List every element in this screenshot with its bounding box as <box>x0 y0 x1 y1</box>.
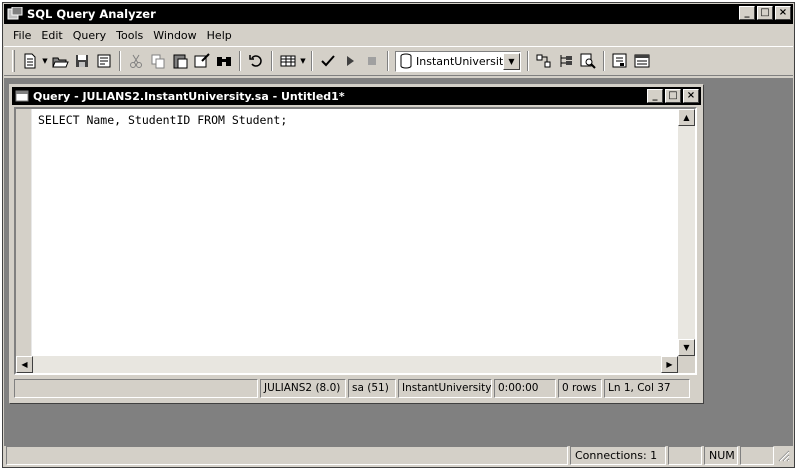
clear-window-icon[interactable] <box>191 50 213 72</box>
chevron-down-icon[interactable]: ▼ <box>503 52 520 70</box>
properties-icon[interactable] <box>631 50 653 72</box>
save-icon[interactable] <box>71 50 93 72</box>
query-status-rows: 0 rows <box>558 378 602 398</box>
new-query-icon[interactable] <box>19 50 41 72</box>
undo-icon[interactable] <box>245 50 267 72</box>
menu-tools[interactable]: Tools <box>111 29 148 42</box>
app-status-bar: Connections: 1 NUM <box>4 444 793 466</box>
toolbar-separator <box>239 51 241 71</box>
query-status-message <box>14 378 258 398</box>
query-status-position: Ln 1, Col 37 <box>604 378 690 398</box>
query-window-icon <box>15 90 29 102</box>
object-search-icon[interactable] <box>577 50 599 72</box>
scroll-up-button[interactable]: ▲ <box>678 109 695 126</box>
toolbar-grip[interactable] <box>12 50 15 72</box>
query-minimize-button[interactable]: _ <box>647 89 663 103</box>
open-icon[interactable] <box>49 50 71 72</box>
menu-query[interactable]: Query <box>68 29 111 42</box>
restore-button[interactable]: □ <box>757 6 773 20</box>
query-window: Query - JULIANS2.InstantUniversity.sa - … <box>9 84 704 404</box>
status-message <box>6 445 568 465</box>
app-icon <box>7 7 23 20</box>
vertical-scrollbar[interactable]: ▲ ▼ <box>678 109 695 356</box>
scrollbar-corner <box>678 356 695 373</box>
scroll-left-button[interactable]: ◀ <box>16 356 33 373</box>
status-num: NUM <box>704 445 738 465</box>
toolbar-separator <box>271 51 273 71</box>
status-caps <box>668 445 702 465</box>
database-select[interactable]: InstantUniversity ▼ <box>395 50 521 72</box>
minimize-button[interactable]: _ <box>739 6 755 20</box>
database-select-value: InstantUniversity <box>416 54 503 68</box>
execute-icon[interactable] <box>339 50 361 72</box>
query-window-controls: _ □ × <box>647 89 699 103</box>
menu-help[interactable]: Help <box>202 29 237 42</box>
options-icon[interactable] <box>609 50 631 72</box>
toolbar-separator <box>387 51 389 71</box>
cancel-query-icon[interactable] <box>361 50 383 72</box>
sql-query-analyzer-window: SQL Query Analyzer _ □ × File Edit Query… <box>2 2 795 468</box>
results-grid-icon[interactable] <box>277 50 299 72</box>
query-editor[interactable]: SELECT Name, StudentID FROM Student; ▲ ▼… <box>14 107 697 375</box>
app-title: SQL Query Analyzer <box>27 7 156 21</box>
query-status-elapsed: 0:00:00 <box>494 378 556 398</box>
toolbar-separator <box>119 51 121 71</box>
query-status-server: JULIANS2 (8.0) <box>260 378 346 398</box>
query-window-title: Query - JULIANS2.InstantUniversity.sa - … <box>33 89 345 103</box>
copy-icon[interactable] <box>147 50 169 72</box>
load-script-icon[interactable] <box>93 50 115 72</box>
results-mode-dropdown[interactable]: ▼ <box>299 50 307 72</box>
database-icon <box>400 53 412 69</box>
status-connections: Connections: 1 <box>570 445 666 465</box>
query-status-bar: JULIANS2 (8.0) sa (51) InstantUniversity… <box>14 377 697 399</box>
query-restore-button[interactable]: □ <box>665 89 681 103</box>
query-status-user: sa (51) <box>348 378 396 398</box>
menu-edit[interactable]: Edit <box>36 29 67 42</box>
horizontal-scrollbar[interactable]: ◀ ▶ <box>16 356 678 373</box>
menu-bar: File Edit Query Tools Window Help <box>4 25 793 45</box>
app-titlebar: SQL Query Analyzer _ □ × <box>4 4 793 24</box>
main-toolbar: ▼ ▼ InstantUniversity ▼ <box>4 46 793 76</box>
app-window-controls: _ □ × <box>739 6 791 20</box>
toolbar-separator <box>527 51 529 71</box>
query-window-titlebar[interactable]: Query - JULIANS2.InstantUniversity.sa - … <box>12 87 701 105</box>
scroll-down-button[interactable]: ▼ <box>678 339 695 356</box>
resize-grip-icon[interactable] <box>776 448 790 462</box>
object-browser-icon[interactable] <box>555 50 577 72</box>
menu-file[interactable]: File <box>8 29 36 42</box>
query-status-database: InstantUniversity <box>398 378 492 398</box>
toolbar-separator <box>603 51 605 71</box>
close-button[interactable]: × <box>775 6 791 20</box>
query-text[interactable]: SELECT Name, StudentID FROM Student; <box>38 113 287 127</box>
menu-window[interactable]: Window <box>148 29 201 42</box>
toolbar-separator <box>311 51 313 71</box>
paste-icon[interactable] <box>169 50 191 72</box>
mdi-workspace: Query - JULIANS2.InstantUniversity.sa - … <box>4 78 793 446</box>
cut-icon[interactable] <box>125 50 147 72</box>
scroll-right-button[interactable]: ▶ <box>661 356 678 373</box>
execution-plan-icon[interactable] <box>533 50 555 72</box>
parse-check-icon[interactable] <box>317 50 339 72</box>
find-icon[interactable] <box>213 50 235 72</box>
new-query-dropdown[interactable]: ▼ <box>41 50 49 72</box>
query-close-button[interactable]: × <box>683 89 699 103</box>
status-scroll <box>740 445 774 465</box>
editor-gutter <box>16 109 32 356</box>
